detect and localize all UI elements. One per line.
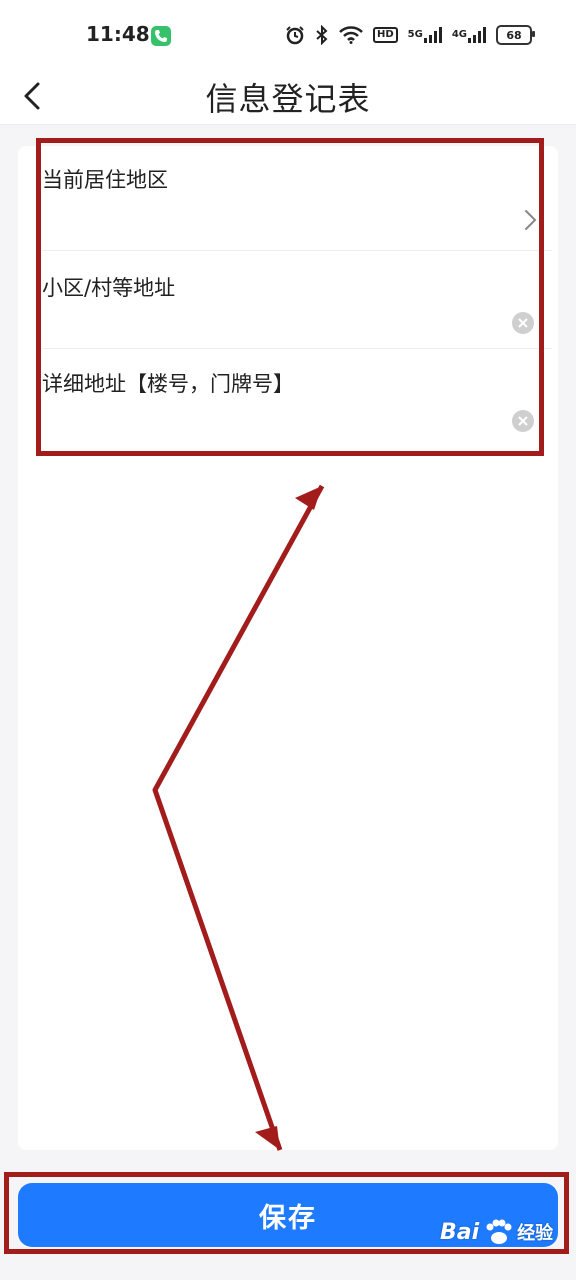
signal-bars-icon [468, 27, 486, 43]
chevron-right-icon[interactable] [522, 208, 538, 232]
clear-icon[interactable] [512, 312, 534, 334]
signal-4g: 4G [452, 27, 486, 43]
wifi-icon [339, 26, 363, 44]
phone-call-icon [151, 26, 171, 46]
battery-icon: 68 [496, 25, 535, 45]
baidu-jingyan-watermark: Bai 经验 [440, 1218, 553, 1246]
clear-icon[interactable] [512, 410, 534, 432]
watermark-suffix: 经验 [517, 1223, 554, 1244]
page-title: 信息登记表 [205, 80, 371, 118]
field-divider [42, 348, 552, 349]
status-time: 11:48 [86, 22, 150, 46]
field-label: 小区/村等地址 [42, 276, 176, 300]
field-divider [42, 250, 552, 251]
signal-5g: 5G [408, 27, 442, 43]
community-address-field[interactable]: 小区/村等地址 [42, 272, 552, 302]
status-icons: HD 5G 4G 68 [285, 22, 535, 48]
status-bar: 11:48 HD 5G 4G 68 [0, 0, 576, 70]
net-5g-label: 5G [407, 29, 423, 40]
field-label: 当前居住地区 [42, 168, 168, 192]
paw-logo-icon [486, 1219, 512, 1244]
residence-area-field[interactable]: 当前居住地区 [42, 164, 552, 194]
watermark-brand: Bai [440, 1219, 480, 1245]
battery-level: 68 [506, 28, 522, 42]
net-4g-label: 4G [451, 29, 467, 40]
nav-bar: 信息登记表 [0, 70, 576, 125]
detailed-address-field[interactable]: 详细地址【楼号，门牌号】 [42, 368, 552, 398]
alarm-icon [285, 25, 305, 45]
hd-voice-badge: HD [372, 27, 398, 43]
field-label: 详细地址【楼号，门牌号】 [42, 372, 294, 396]
bluetooth-icon [315, 25, 329, 45]
signal-bars-icon [423, 27, 442, 43]
form-card: 当前居住地区 小区/村等地址 详细地址【楼号，门牌号】 [18, 146, 558, 1150]
